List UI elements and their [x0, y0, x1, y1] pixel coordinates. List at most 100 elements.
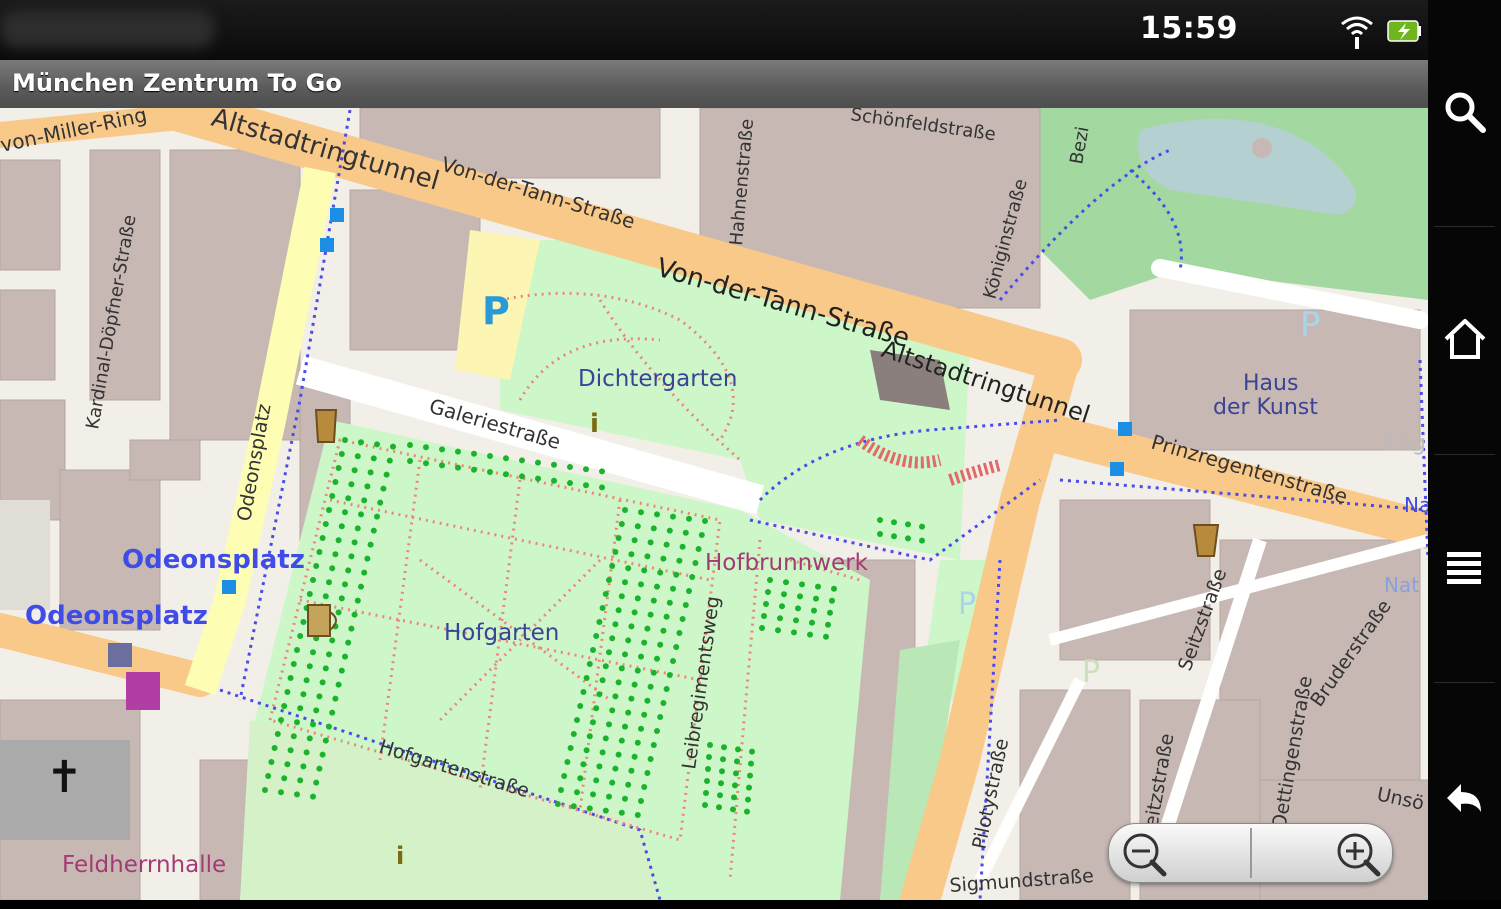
tree-dot — [383, 471, 390, 478]
tree-dot — [682, 602, 689, 608]
map-view[interactable]: ✝ von-Miller-Ring Altstadtringtunnel Von… — [0, 108, 1428, 900]
tree-dot — [650, 597, 657, 604]
tree-dot — [719, 768, 725, 775]
tree-dot — [551, 477, 557, 484]
tree-dot — [783, 579, 789, 586]
tree-dot — [663, 686, 670, 692]
tree-dot — [290, 733, 297, 740]
tree-dot — [625, 637, 632, 644]
search-icon — [1445, 92, 1486, 133]
tree-dot — [590, 719, 596, 726]
home-button[interactable] — [1428, 227, 1501, 453]
tree-dot — [567, 480, 573, 486]
tree-dot — [358, 511, 364, 518]
tree-dot — [628, 623, 635, 630]
tree-dot — [744, 808, 750, 815]
tree-dot — [313, 779, 320, 786]
tree-dot — [735, 746, 741, 753]
tree-dot — [679, 616, 686, 622]
zoom-controls — [1108, 823, 1393, 883]
search-button[interactable] — [1428, 0, 1501, 226]
tree-dot — [348, 625, 355, 632]
tree-dot — [631, 681, 638, 688]
tree-dot — [618, 665, 625, 672]
tree-dot — [666, 599, 673, 606]
title-bar: München Zentrum To Go — [0, 60, 1428, 109]
tree-dot — [919, 537, 925, 544]
tree-dot — [731, 794, 737, 801]
tree-dot — [268, 759, 275, 765]
tree-dot — [278, 789, 284, 796]
menu-button[interactable] — [1428, 455, 1501, 681]
tree-dot — [354, 525, 361, 532]
tree-dot — [622, 795, 628, 802]
zoom-out-button[interactable] — [1109, 824, 1250, 882]
tree-dot — [615, 751, 622, 758]
tree-dot — [274, 731, 281, 737]
tree-dot — [380, 485, 387, 492]
tree-dot — [732, 782, 738, 789]
label-feldherrnhalle: Feldherrnhalle — [62, 852, 226, 878]
tree-dot — [733, 770, 739, 777]
odeonsplatz-building — [0, 500, 50, 610]
tree-dot — [791, 629, 797, 636]
tree-dot — [905, 521, 911, 528]
tree-dot — [641, 567, 648, 574]
tree-dot — [423, 444, 429, 451]
clock: 15:59 — [1140, 11, 1238, 46]
tree-dot — [370, 527, 377, 534]
tree-dot — [615, 535, 622, 541]
tree-dot — [660, 555, 667, 562]
tree-dot — [455, 448, 461, 455]
tree-dot — [326, 651, 332, 658]
tree-dot — [407, 458, 413, 464]
tree-dot — [583, 482, 589, 489]
tree-dot — [703, 790, 709, 796]
tree-dot — [599, 749, 606, 756]
tree-dot — [641, 639, 648, 646]
tree-dot — [310, 649, 316, 656]
label-eng: Eng — [1384, 431, 1426, 456]
tree-dot — [313, 563, 320, 569]
map-canvas[interactable]: ✝ von-Miller-Ring Altstadtringtunnel Von… — [0, 108, 1428, 900]
tree-dot — [519, 457, 525, 464]
tree-dot — [647, 611, 654, 618]
tree-dot — [335, 537, 342, 544]
tree-dot — [313, 707, 320, 714]
tree-dot — [612, 765, 619, 772]
tree-dot — [745, 796, 751, 803]
tree-dot — [316, 549, 323, 555]
tree-dot — [316, 693, 323, 700]
tree-dot — [720, 756, 726, 763]
tree-dot — [660, 700, 667, 706]
tree-dot — [300, 691, 307, 698]
notification-area[interactable] — [0, 10, 215, 48]
tree-dot — [657, 641, 664, 648]
tree-dot — [342, 581, 348, 588]
tree-dot — [342, 653, 348, 660]
tree-dot — [364, 483, 371, 490]
tree-dot — [650, 669, 657, 676]
tree-dot — [374, 513, 380, 520]
tree-dot — [797, 593, 803, 600]
tree-dot — [596, 691, 603, 698]
tree-dot — [670, 658, 676, 664]
parking-label-3: P — [958, 587, 976, 622]
app-title: München Zentrum To Go — [12, 69, 342, 97]
tree-dot — [590, 791, 596, 798]
tree-dot — [606, 577, 612, 583]
tree-dot — [570, 803, 577, 810]
tree-dot — [319, 679, 326, 686]
back-button[interactable] — [1428, 683, 1501, 909]
tree-dot — [364, 555, 371, 562]
tree-dot — [775, 627, 781, 634]
tree-dot — [281, 703, 288, 709]
tree-dot — [698, 532, 705, 538]
tree-dot — [316, 765, 323, 772]
info-icon-2: i — [396, 842, 404, 870]
zoom-in-button[interactable] — [1251, 824, 1392, 882]
tree-dot — [574, 789, 580, 796]
tree-dot — [306, 735, 313, 742]
back-icon — [1447, 784, 1481, 812]
tree-dot — [262, 787, 268, 793]
